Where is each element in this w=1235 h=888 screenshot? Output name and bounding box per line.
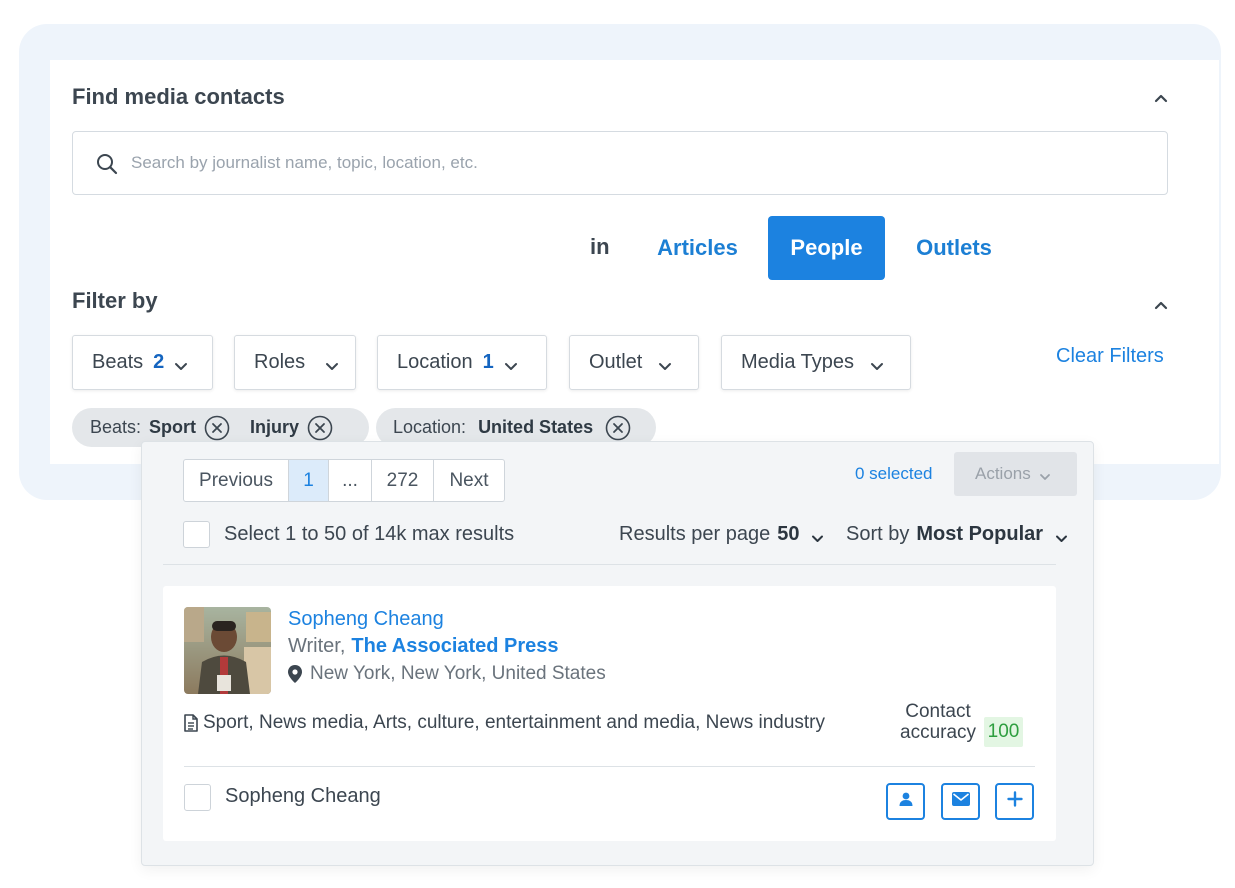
filter-beats-label: Beats <box>92 351 144 373</box>
chevron-down-icon <box>870 356 884 370</box>
sort-value: Most Popular <box>916 523 1044 545</box>
contact-accuracy-badge: 100 <box>984 717 1023 747</box>
page-1-button[interactable]: 1 <box>289 460 329 501</box>
search-icon <box>95 152 119 176</box>
filter-roles-label: Roles <box>254 351 306 373</box>
contact-role: Writer, The Associated Press <box>288 635 559 658</box>
filter-roles-button[interactable]: Roles <box>234 335 356 390</box>
search-panel <box>50 60 1219 464</box>
scope-in-label: in <box>590 234 610 259</box>
filter-outlet-label: Outlet <box>589 351 643 373</box>
filter-beats-count: 2 <box>153 351 165 373</box>
person-icon <box>898 791 914 812</box>
add-to-list-button[interactable] <box>995 783 1034 820</box>
divider <box>163 564 1056 565</box>
actions-label: Actions <box>975 464 1031 483</box>
chevron-down-icon <box>1039 468 1051 480</box>
remove-chip-close-icon[interactable] <box>204 415 230 441</box>
filter-outlet-button[interactable]: Outlet <box>569 335 699 390</box>
contact-beats-text: Sport, News media, Arts, culture, entert… <box>203 712 825 733</box>
chip-key: Beats: <box>90 417 142 437</box>
clear-filters-link[interactable]: Clear Filters <box>1056 345 1164 368</box>
mail-icon <box>951 792 970 811</box>
email-contact-button[interactable] <box>941 783 980 820</box>
contact-outlet-link[interactable]: The Associated Press <box>351 635 558 657</box>
chevron-down-icon <box>1055 528 1068 542</box>
remove-chip-close-icon[interactable] <box>605 415 631 441</box>
collapse-search-chevron-up-icon[interactable] <box>1154 91 1168 105</box>
page-last-button[interactable]: 272 <box>372 460 434 501</box>
contact-checkbox-label: Sopheng Cheang <box>225 785 381 807</box>
contact-select-checkbox[interactable] <box>184 784 211 811</box>
actions-dropdown: Actions <box>954 452 1077 496</box>
results-per-page-value: 50 <box>777 523 800 545</box>
filter-location-label: Location <box>397 351 473 373</box>
chevron-down-icon <box>811 528 824 542</box>
chevron-down-icon <box>325 356 339 370</box>
view-profile-button[interactable] <box>886 783 925 820</box>
results-per-page-label: Results per page <box>619 523 771 545</box>
filter-media-types-label: Media Types <box>741 351 855 373</box>
chevron-down-icon <box>174 356 188 370</box>
search-box[interactable] <box>72 131 1168 195</box>
contact-role-text: Writer, <box>288 635 346 657</box>
divider <box>184 766 1035 767</box>
contact-accuracy-label-line2: accuracy <box>900 722 977 743</box>
contact-beats: Sport, News media, Arts, culture, entert… <box>184 712 825 734</box>
contact-accuracy-label-line1: Contact <box>905 701 971 722</box>
chevron-down-icon <box>504 356 518 370</box>
page-title: Find media contacts <box>72 84 285 109</box>
next-page-button[interactable]: Next <box>434 460 504 501</box>
sort-dropdown[interactable]: Sort by Most Popular <box>846 523 1068 546</box>
plus-icon <box>1006 791 1023 812</box>
collapse-filters-chevron-up-icon[interactable] <box>1154 298 1168 312</box>
select-all-checkbox[interactable] <box>183 521 210 548</box>
contact-accuracy-label: Contact accuracy <box>900 701 976 743</box>
chip-key: Location: <box>393 417 467 437</box>
filter-location-button[interactable]: Location 1 <box>377 335 547 390</box>
map-pin-icon <box>288 665 302 683</box>
filter-media-types-button[interactable]: Media Types <box>721 335 911 390</box>
page-ellipsis: ... <box>329 460 372 501</box>
avatar <box>184 607 271 694</box>
contact-location: New York, New York, United States <box>288 663 606 685</box>
contact-location-text: New York, New York, United States <box>310 663 606 684</box>
remove-chip-close-icon[interactable] <box>307 415 333 441</box>
pagination: Previous 1 ... 272 Next <box>183 459 505 502</box>
document-icon <box>184 714 198 732</box>
contact-name-link[interactable]: Sopheng Cheang <box>288 608 444 631</box>
tab-outlets[interactable]: Outlets <box>898 216 1010 280</box>
tab-articles[interactable]: Articles <box>640 216 755 280</box>
sort-label: Sort by <box>846 523 910 545</box>
chip-value: United States <box>478 417 594 437</box>
results-per-page-dropdown[interactable]: Results per page 50 <box>619 523 824 546</box>
chip-value: Injury <box>250 417 300 437</box>
select-all-label: Select 1 to 50 of 14k max results <box>224 523 515 545</box>
filter-title: Filter by <box>72 288 158 313</box>
tab-people[interactable]: People <box>768 216 885 280</box>
chevron-down-icon <box>658 356 672 370</box>
filter-beats-button[interactable]: Beats 2 <box>72 335 213 390</box>
filter-location-count: 1 <box>482 351 494 373</box>
selected-count: 0 selected <box>855 464 933 483</box>
search-input[interactable] <box>131 148 1111 178</box>
chip-value: Sport <box>149 417 197 437</box>
previous-page-button[interactable]: Previous <box>184 460 289 501</box>
